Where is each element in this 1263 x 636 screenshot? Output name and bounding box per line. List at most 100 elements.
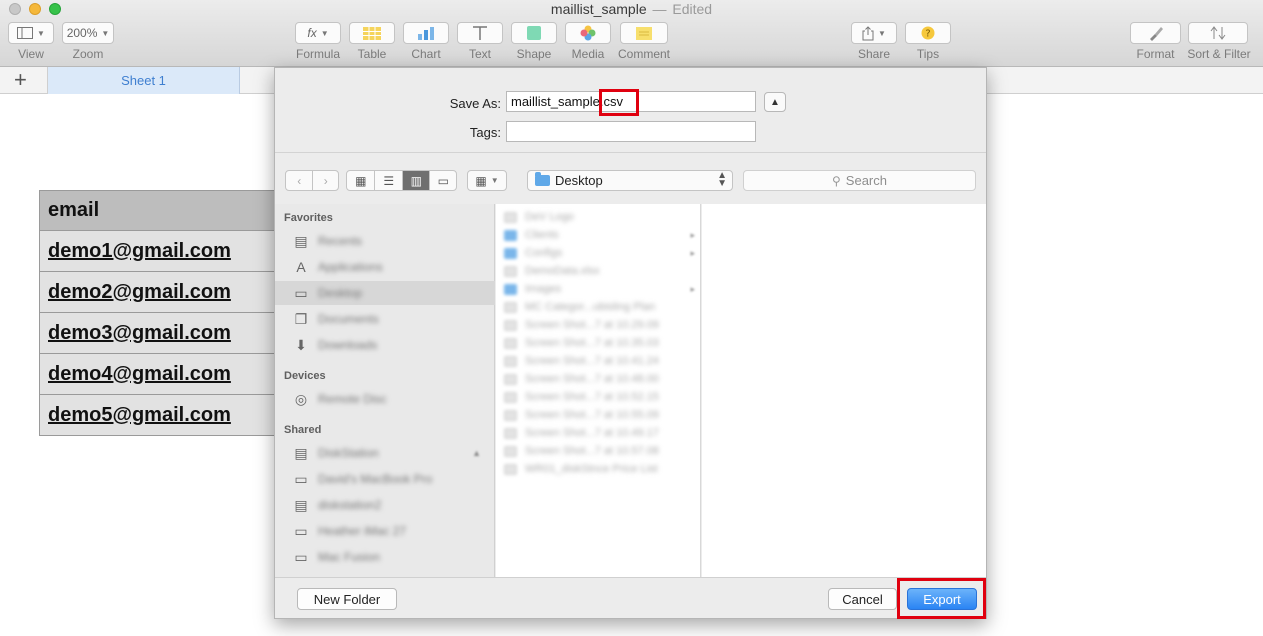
file-icon	[504, 445, 517, 457]
disclosure-arrow-icon: ▸	[690, 283, 695, 294]
file-icon	[504, 301, 517, 313]
file-column: DeV Logo Clients ▸ Configs ▸ DemoData.xlsx Ima…	[496, 204, 701, 577]
view-label: View	[18, 47, 44, 61]
list-icon: ☰	[383, 173, 395, 188]
sidebar-item-recents[interactable]: ▤ Recents	[275, 229, 495, 253]
icon-view-button[interactable]: ▦	[347, 171, 374, 190]
paintbrush-icon	[1149, 27, 1163, 41]
sort-arrows-icon	[1210, 26, 1226, 40]
add-sheet-button[interactable]: +	[14, 69, 27, 91]
comment-button[interactable]	[620, 22, 668, 44]
collapse-dialog-button[interactable]: ▲	[764, 92, 786, 112]
sidebar-item-shared[interactable]: ▤ diskstation2	[275, 493, 495, 517]
sort-filter-label: Sort & Filter	[1187, 47, 1251, 61]
tab-sheet-1[interactable]: Sheet 1	[48, 67, 240, 94]
tips-label: Tips	[916, 47, 940, 61]
list-view-button[interactable]: ☰	[374, 171, 402, 190]
file-list-item[interactable]: Screen Shot...7 at 10.48.00	[496, 370, 701, 388]
file-list-item[interactable]: Screen Shot...7 at 10.49.17	[496, 424, 701, 442]
file-list-item[interactable]: MC Categor...ubisling Plan	[496, 298, 701, 316]
share-label: Share	[857, 47, 891, 61]
chevron-up-icon: ▲	[770, 96, 780, 108]
sidebar-item-shared[interactable]: ▤ DiskStation ▲	[275, 441, 495, 465]
server-icon: ▤	[294, 496, 308, 513]
arrange-button[interactable]: ▦ ▼	[467, 170, 507, 191]
table-button[interactable]	[349, 22, 395, 44]
file-list-item[interactable]: Screen Shot...7 at 10.41.24	[496, 352, 701, 370]
file-icon	[504, 265, 517, 277]
table-row[interactable]: demo4@gmail.com	[39, 354, 279, 395]
columns-icon: ▥	[410, 173, 422, 188]
file-list-item[interactable]: DemoData.xlsx	[496, 262, 701, 280]
applications-icon: A	[296, 259, 306, 275]
file-list-item[interactable]: Images ▸	[496, 280, 701, 298]
sidebar-item-documents[interactable]: ❐ Documents	[275, 307, 495, 331]
disclosure-arrow-icon: ▸	[690, 229, 695, 240]
sidebar-item-shared[interactable]: ▭ Mac Fusion	[275, 545, 495, 569]
table-row[interactable]: demo2@gmail.com	[39, 272, 279, 313]
file-list-item[interactable]: WR01_diskStnce Price List	[496, 460, 701, 478]
file-list-item[interactable]: Screen Shot...7 at 10.35.03	[496, 334, 701, 352]
zoom-label: Zoom	[72, 47, 104, 61]
file-list-item[interactable]: Configs ▸	[496, 244, 701, 262]
chart-button[interactable]	[403, 22, 449, 44]
tags-field[interactable]	[506, 121, 756, 142]
edited-status: Edited	[672, 1, 713, 17]
dialog-footer-divider	[275, 577, 986, 578]
arrange-icon: ▦	[475, 173, 487, 188]
format-label: Format	[1136, 47, 1175, 61]
file-icon	[504, 391, 517, 403]
chevron-down-icon: ▼	[320, 28, 329, 38]
shape-icon	[527, 26, 541, 40]
column-view-button[interactable]: ▥	[401, 171, 430, 190]
tips-button[interactable]: ?	[905, 22, 951, 44]
file-list-item[interactable]: Screen Shot...7 at 10.52.15	[496, 388, 701, 406]
comment-label: Comment	[617, 47, 670, 61]
search-field[interactable]: ⚲ Search	[743, 170, 976, 191]
folder-icon	[504, 283, 517, 295]
eject-icon[interactable]: ▲	[472, 448, 481, 458]
forward-button[interactable]: ›	[312, 171, 338, 190]
share-button[interactable]: ▼	[851, 22, 897, 44]
sidebar-item-remote-disc[interactable]: ◎ Remote Disc	[275, 387, 495, 411]
monitor-icon: ▭	[294, 548, 308, 565]
coverflow-view-button[interactable]: ▭	[429, 171, 456, 190]
sidebar-item-downloads[interactable]: ⬇ Downloads	[275, 333, 495, 357]
comment-icon	[636, 26, 652, 40]
media-button[interactable]	[565, 22, 611, 44]
new-folder-button[interactable]: New Folder	[297, 588, 397, 610]
file-list-item[interactable]: Clients ▸	[496, 226, 701, 244]
table-row[interactable]: demo3@gmail.com	[39, 313, 279, 354]
formula-button[interactable]: fx ▼	[295, 22, 341, 44]
export-save-dialog: Save As: maillist_sample.csv ▲ Tags: ‹ ›…	[274, 67, 987, 619]
sidebar-item-shared[interactable]: ▭ David's MacBook Pro	[275, 467, 495, 491]
cancel-button[interactable]: Cancel	[828, 588, 897, 610]
disc-icon: ◎	[294, 390, 308, 407]
format-button[interactable]	[1130, 22, 1181, 44]
sort-filter-button[interactable]	[1188, 22, 1248, 44]
location-popup[interactable]: Desktop ▲ ▼	[527, 170, 733, 191]
file-list-item[interactable]: Screen Shot...7 at 10.57.08	[496, 442, 701, 460]
file-list-item[interactable]: DeV Logo	[496, 208, 701, 226]
text-label: Text	[468, 47, 491, 61]
view-button[interactable]: ▼	[8, 22, 54, 44]
table-header-cell[interactable]: email	[39, 190, 279, 231]
sidebar-item-applications[interactable]: A Applications	[275, 255, 495, 279]
back-button[interactable]: ‹	[286, 171, 312, 190]
chevron-down-icon: ▼	[490, 176, 499, 185]
chevron-right-icon: ›	[323, 173, 328, 188]
file-list-item[interactable]: Screen Shot...7 at 10.29.09	[496, 316, 701, 334]
zoom-select[interactable]: 200% ▼	[62, 22, 114, 44]
devices-heading: Devices	[284, 370, 326, 382]
desktop-icon: ▭	[294, 284, 308, 301]
window-title: maillist_sample — Edited	[550, 1, 713, 17]
recents-icon: ▤	[294, 232, 308, 249]
table-row[interactable]: demo5@gmail.com	[39, 395, 279, 436]
chevron-left-icon: ‹	[297, 173, 302, 188]
text-button[interactable]	[457, 22, 503, 44]
sidebar-item-desktop[interactable]: ▭ Desktop	[275, 281, 495, 305]
shape-button[interactable]	[511, 22, 557, 44]
file-list-item[interactable]: Screen Shot...7 at 10.55.09	[496, 406, 701, 424]
table-row[interactable]: demo1@gmail.com	[39, 231, 279, 272]
sidebar-item-shared[interactable]: ▭ Heather iMac 27	[275, 519, 495, 543]
